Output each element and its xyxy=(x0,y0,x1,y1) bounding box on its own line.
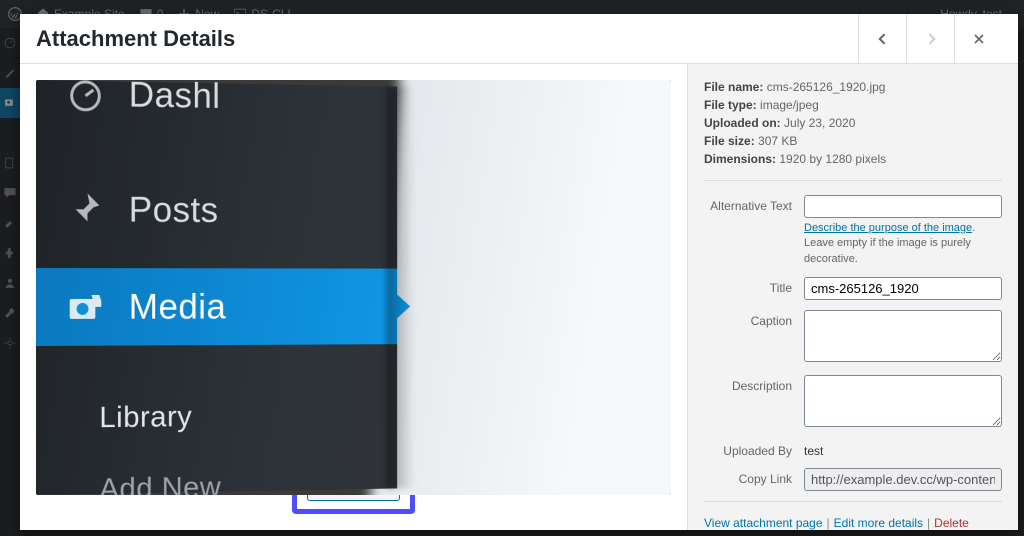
attachment-meta: File name: cms-265126_1920.jpg File type… xyxy=(704,78,1002,168)
close-modal-button[interactable] xyxy=(954,14,1002,64)
caption-label: Caption xyxy=(704,310,804,365)
uploadedby-value: test xyxy=(804,440,1002,458)
attachment-modal: Attachment Details Dashl Posts xyxy=(20,14,1018,530)
edit-details-link[interactable]: Edit more details xyxy=(834,516,923,530)
modal-title: Attachment Details xyxy=(36,26,858,52)
attachment-actions: View attachment page|Edit more details|D… xyxy=(704,516,1002,530)
camera-icon xyxy=(66,287,105,327)
alt-text-label: Alternative Text xyxy=(704,195,804,267)
alt-text-field[interactable] xyxy=(804,195,1002,218)
description-field[interactable] xyxy=(804,375,1002,427)
title-label: Title xyxy=(704,277,804,300)
copylink-label: Copy Link xyxy=(704,468,804,491)
side-plugins-icon[interactable] xyxy=(0,238,20,268)
alt-text-help: Describe the purpose of the image. Leave… xyxy=(804,221,1002,267)
uploadedby-label: Uploaded By xyxy=(704,440,804,458)
admin-sidebar xyxy=(0,28,20,536)
side-comments-icon[interactable] xyxy=(0,178,20,208)
alt-help-link[interactable]: Describe the purpose of the image xyxy=(804,222,972,234)
view-attachment-link[interactable]: View attachment page xyxy=(704,516,823,530)
title-field[interactable] xyxy=(804,277,1002,300)
modal-header: Attachment Details xyxy=(20,14,1018,64)
side-settings-icon[interactable] xyxy=(0,328,20,358)
side-dash-icon[interactable] xyxy=(0,28,20,58)
side-media-icon[interactable] xyxy=(0,88,20,118)
next-attachment-button xyxy=(906,14,954,64)
side-appearance-icon[interactable] xyxy=(0,208,20,238)
side-posts-icon[interactable] xyxy=(0,58,20,88)
copylink-field[interactable] xyxy=(804,468,1002,491)
side-users-icon[interactable] xyxy=(0,268,20,298)
prev-attachment-button[interactable] xyxy=(858,14,906,64)
caption-field[interactable] xyxy=(804,310,1002,362)
gauge-icon xyxy=(66,80,105,114)
description-label: Description xyxy=(704,375,804,430)
pin-icon xyxy=(66,189,105,229)
side-pages-icon[interactable] xyxy=(0,148,20,178)
side-lib-icon[interactable] xyxy=(0,118,20,148)
attachment-image: Dashl Posts Media Library Add New xyxy=(36,80,671,495)
side-tools-icon[interactable] xyxy=(0,298,20,328)
attachment-preview-panel: Dashl Posts Media Library Add New xyxy=(20,64,688,530)
attachment-details-panel: File name: cms-265126_1920.jpg File type… xyxy=(688,64,1018,530)
